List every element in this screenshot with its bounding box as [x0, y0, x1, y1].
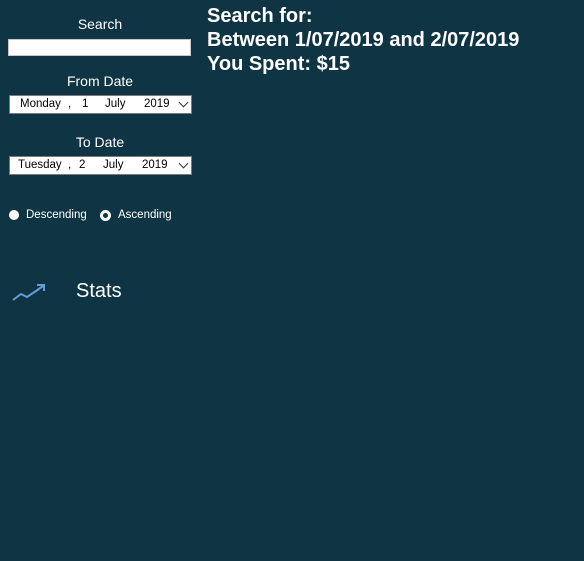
search-label: Search [77, 16, 123, 32]
trending-up-icon [12, 283, 45, 301]
app-window: Search From Date Monday , 1 July 2019 To… [0, 0, 584, 561]
radio-ascending-label: Ascending [118, 209, 172, 221]
search-input[interactable] [8, 39, 191, 56]
results-date-range: Between 1/07/2019 and 2/07/2019 [207, 29, 520, 51]
to-date-picker[interactable]: Tuesday , 2 July 2019 [9, 156, 192, 175]
from-day: 1 [82, 98, 89, 110]
to-sep: , [68, 159, 72, 171]
radio-descending-label: Descending [26, 209, 87, 221]
radio-checked-icon [100, 209, 111, 221]
from-date-label: From Date [66, 73, 134, 89]
to-year: 2019 [142, 159, 168, 171]
to-date-label: To Date [75, 134, 125, 150]
stats-label: Stats [76, 280, 122, 302]
from-date-picker[interactable]: Monday , 1 July 2019 [9, 95, 192, 114]
results-title: Search for: [207, 5, 313, 27]
chevron-down-icon[interactable] [178, 158, 189, 169]
stats-button[interactable]: Stats [12, 280, 122, 303]
radio-descending[interactable]: Descending [9, 209, 87, 221]
radio-ascending[interactable]: Ascending [100, 209, 172, 221]
from-month: July [105, 98, 126, 110]
to-month: July [103, 159, 124, 171]
chevron-down-icon[interactable] [178, 97, 189, 108]
results-spent: You Spent: $15 [207, 53, 350, 75]
from-sep: , [68, 98, 72, 110]
results-summary: Search for: Between 1/07/2019 and 2/07/2… [207, 4, 519, 76]
from-weekday: Monday [20, 98, 61, 110]
to-day: 2 [79, 159, 86, 171]
to-weekday: Tuesday [18, 159, 62, 171]
from-year: 2019 [144, 98, 170, 110]
radio-unchecked-icon [9, 210, 19, 220]
